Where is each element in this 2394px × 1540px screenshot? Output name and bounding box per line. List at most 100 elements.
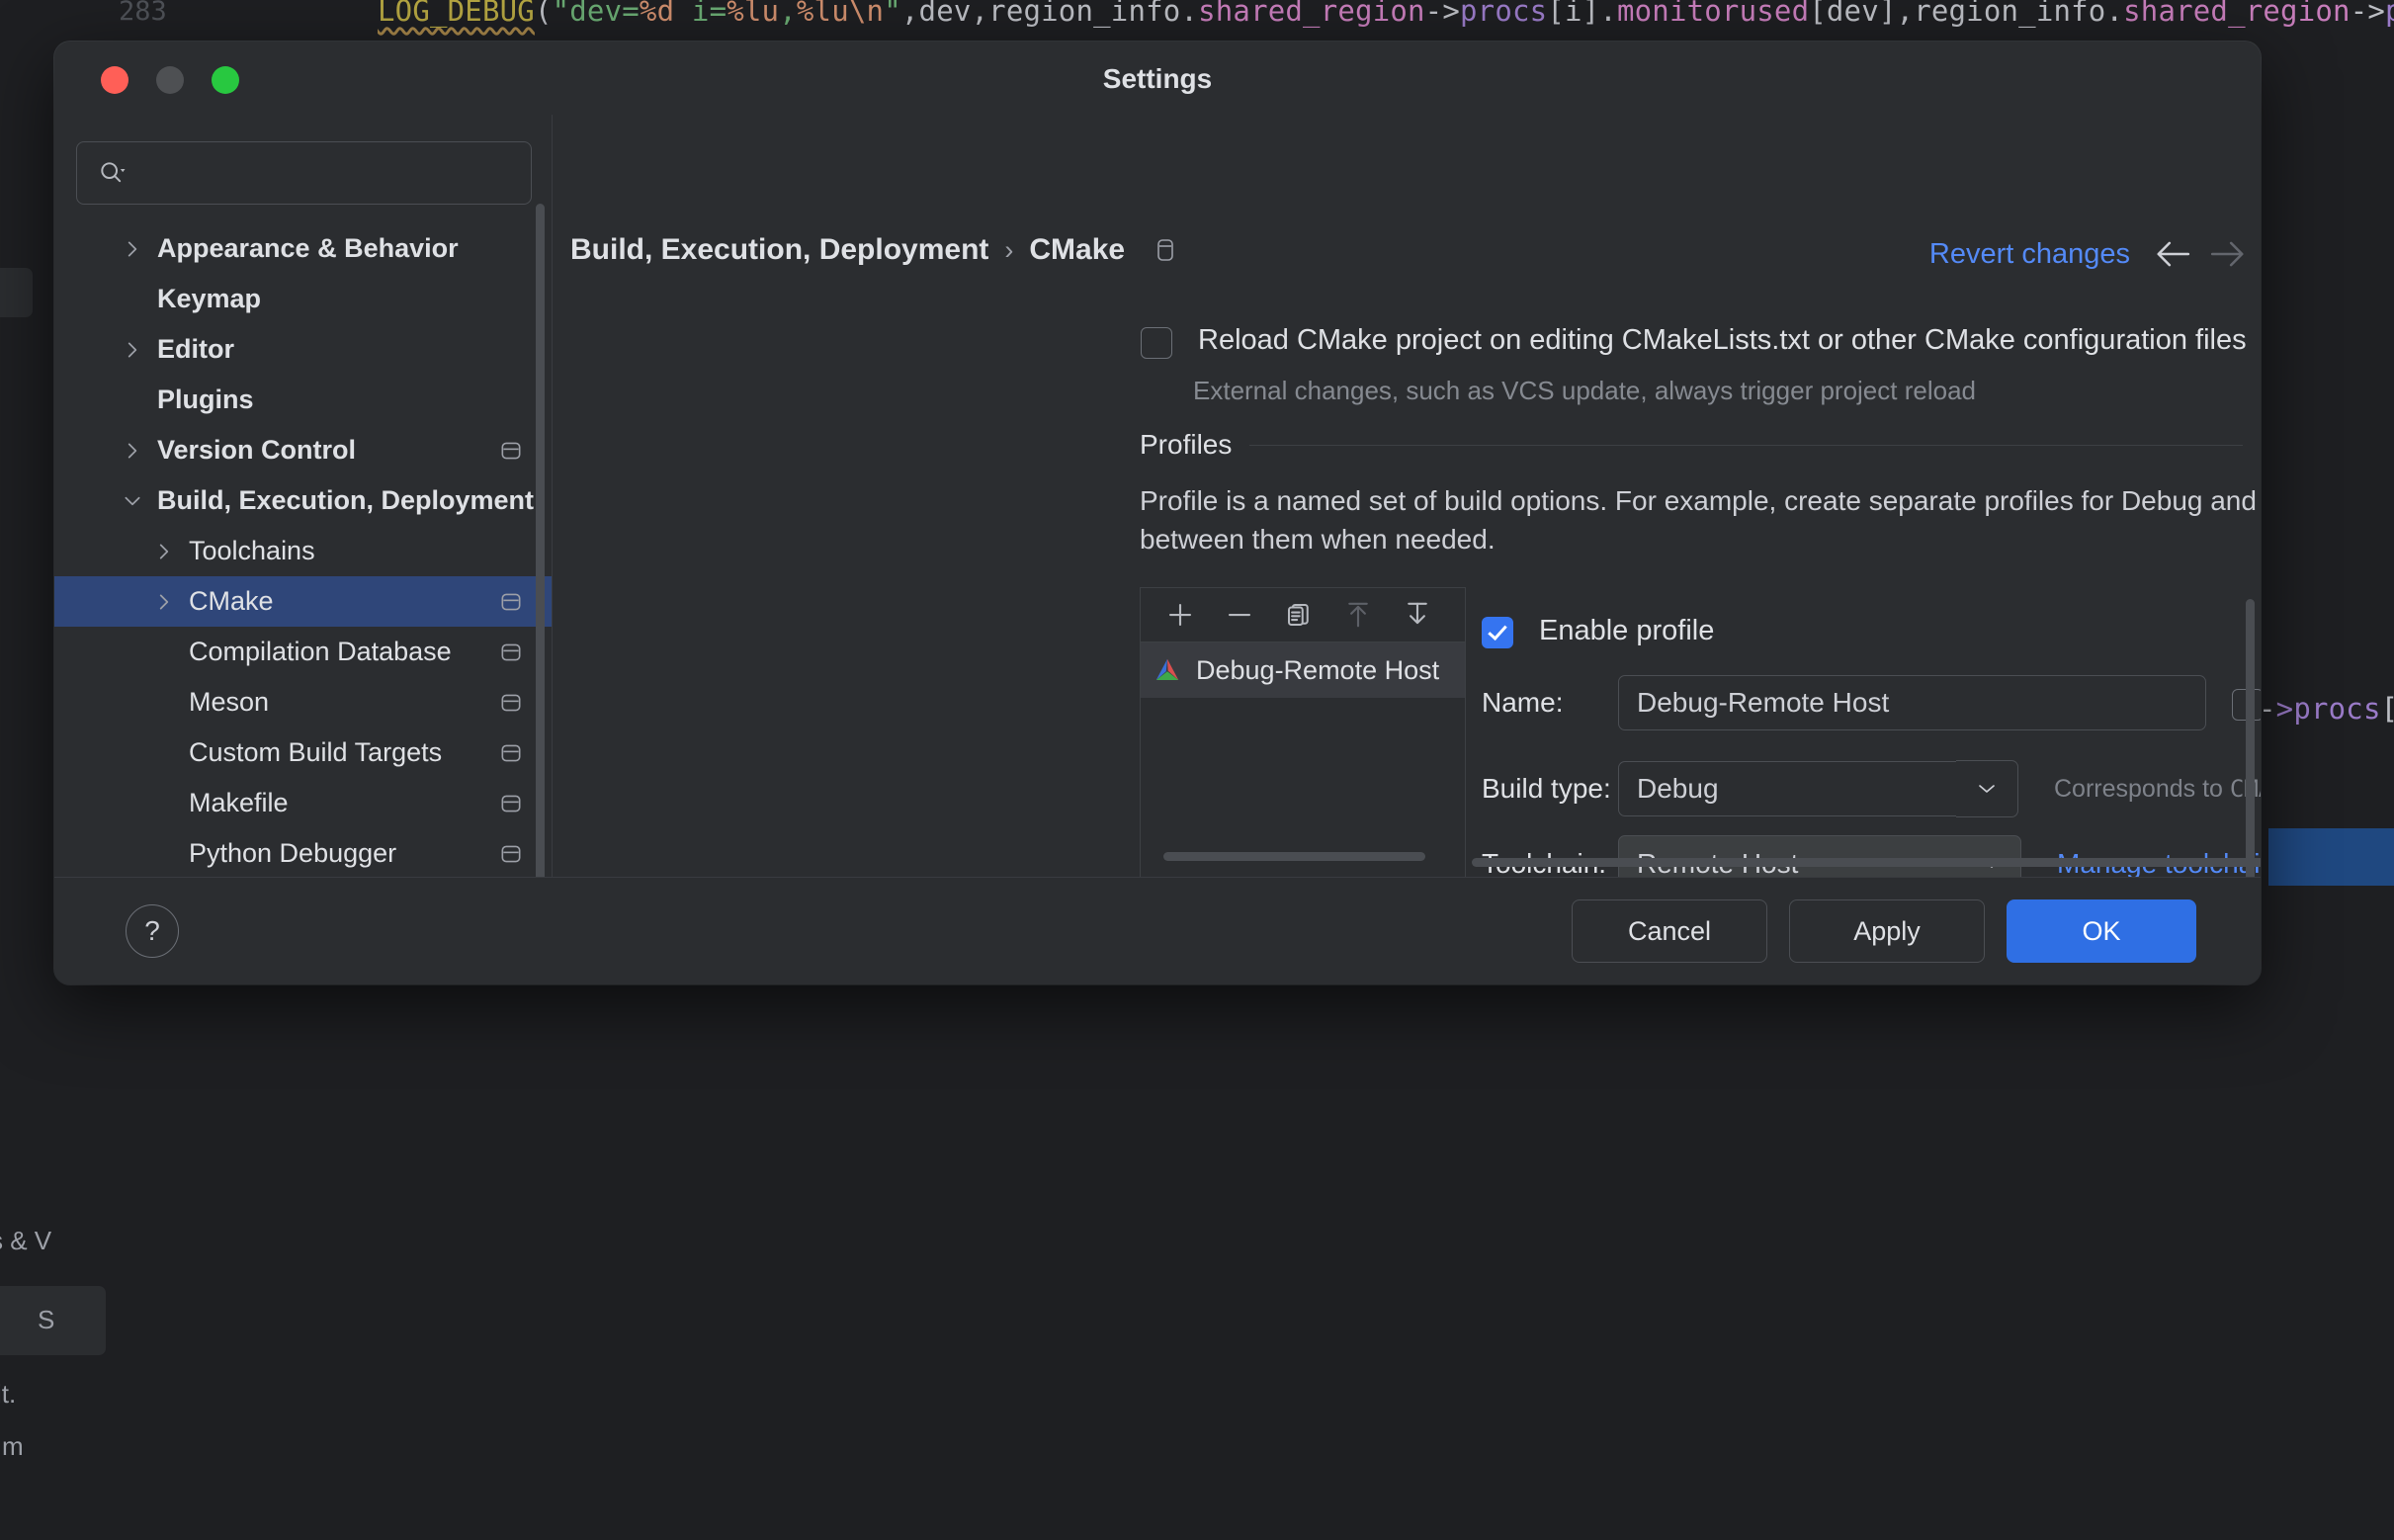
enable-profile-row[interactable]: Enable profile	[1482, 614, 1714, 648]
sidebar-item-label: Plugins	[157, 385, 254, 414]
editor-side-label-3: m	[2, 1431, 24, 1461]
sidebar-item-keymap[interactable]: Keymap	[54, 274, 552, 324]
arrow-up-icon	[1348, 602, 1368, 628]
project-scope-icon	[501, 694, 521, 711]
copy-icon	[1288, 604, 1309, 626]
project-scope-icon	[501, 795, 521, 812]
chevron-right-icon[interactable]	[122, 440, 143, 462]
move-up-button[interactable]	[1332, 592, 1384, 638]
section-divider	[1249, 444, 2243, 446]
breadcrumb-root[interactable]: Build, Execution, Deployment	[570, 233, 988, 267]
sidebar-item-appearance-behavior[interactable]: Appearance & Behavior	[54, 223, 552, 274]
profiles-list[interactable]: Debug-Remote Host	[1141, 642, 1465, 698]
sidebar-item-plugins[interactable]: Plugins	[54, 375, 552, 425]
dialog-body: Appearance & Behavior Keymap Editor Plugins…	[54, 115, 2261, 984]
sidebar-item-label: Toolchains	[189, 536, 315, 565]
sidebar-item-custom-build-targets[interactable]: Custom Build Targets	[54, 727, 552, 778]
sidebar-item-label: Appearance & Behavior	[157, 233, 459, 263]
chevron-right-icon[interactable]	[122, 238, 143, 260]
chevron-right-icon[interactable]	[153, 541, 175, 562]
sidebar-item-label: Custom Build Targets	[189, 737, 443, 767]
dialog-title: Settings	[1102, 63, 1213, 94]
sidebar-hscroll-area	[54, 833, 552, 877]
reload-cmake-hint: External changes, such as VCS update, al…	[1193, 376, 1976, 405]
reload-cmake-checkbox[interactable]	[1141, 327, 1172, 359]
chevron-down-icon[interactable]	[122, 490, 143, 512]
sidebar-item-label: Build, Execution, Deployment	[157, 485, 535, 515]
sidebar-item-label: Version Control	[157, 435, 357, 465]
profiles-horizontal-scrollbar[interactable]	[1163, 852, 1425, 861]
settings-content: Build, Execution, Deployment › CMake Rev…	[553, 115, 2261, 877]
move-down-button[interactable]	[1392, 592, 1443, 638]
profiles-panel: Debug-Remote Host	[1140, 587, 1466, 877]
chevron-right-icon[interactable]	[122, 339, 143, 361]
profile-list-item[interactable]: Debug-Remote Host	[1141, 642, 1465, 698]
help-button[interactable]: ?	[126, 904, 179, 958]
editor-side-tab[interactable]	[0, 267, 34, 318]
sidebar-item-version-control[interactable]: Version Control	[54, 425, 552, 475]
name-input[interactable]: Debug-Remote Host	[1618, 675, 2206, 730]
arrow-right-icon[interactable]	[2209, 239, 2247, 269]
search-input[interactable]	[142, 142, 521, 206]
editor-highlighted-row	[2268, 828, 2394, 886]
editor-side-label-0: s & V	[0, 1226, 52, 1255]
enable-profile-label: Enable profile	[1539, 615, 1715, 646]
sidebar-item-label: Compilation Database	[189, 637, 452, 666]
dialog-titlebar: Settings	[54, 42, 2261, 115]
sidebar-item-meson[interactable]: Meson	[54, 677, 552, 727]
reload-cmake-row[interactable]: Reload CMake project on editing CMakeLis…	[1141, 324, 2247, 359]
sidebar-item-editor[interactable]: Editor	[54, 324, 552, 375]
sidebar-item-makefile[interactable]: Makefile	[54, 778, 552, 828]
search-box[interactable]	[76, 141, 532, 206]
build-type-hint: Corresponds to CMAKE_BUILD_TYP	[2054, 775, 2261, 804]
content-vertical-scrollbar[interactable]	[2246, 599, 2255, 877]
profiles-section-label: Profiles	[1140, 429, 1233, 460]
arrow-left-icon[interactable]	[2154, 239, 2191, 269]
reload-cmake-label: Reload CMake project on editing CMakeLis…	[1198, 324, 2247, 356]
revert-changes-link[interactable]: Revert changes	[1929, 238, 2130, 271]
add-profile-button[interactable]	[1154, 592, 1206, 638]
search-icon	[101, 162, 126, 183]
profiles-toolbar	[1141, 588, 1465, 642]
sidebar-item-toolchains[interactable]: Toolchains	[54, 526, 552, 576]
editor-line-number: 283	[119, 0, 167, 27]
sidebar-item-label: CMake	[189, 586, 274, 616]
chevron-right-icon[interactable]	[153, 591, 175, 613]
plus-icon	[1168, 603, 1192, 627]
sidebar-item-compilation-database[interactable]: Compilation Database	[54, 627, 552, 677]
arrow-down-icon	[1408, 602, 1427, 625]
name-value: Debug-Remote Host	[1637, 687, 1890, 718]
project-scope-icon	[501, 593, 521, 610]
copy-profile-button[interactable]	[1273, 592, 1325, 638]
remove-profile-button[interactable]	[1214, 592, 1265, 638]
settings-tree[interactable]: Appearance & Behavior Keymap Editor Plugins…	[54, 223, 552, 877]
sidebar-item-build-execution-deployment[interactable]: Build, Execution, Deployment	[54, 475, 552, 526]
sidebar-item-label: Editor	[157, 334, 234, 364]
apply-button[interactable]: Apply	[1789, 899, 1985, 963]
breadcrumb: Build, Execution, Deployment › CMake	[570, 233, 1176, 267]
sidebar-item-cmake[interactable]: CMake	[54, 576, 552, 627]
name-label: Name:	[1482, 687, 1564, 718]
build-type-dropdown-button[interactable]	[1956, 760, 2018, 817]
build-type-label: Build type:	[1482, 773, 1611, 804]
toolchain-dropdown[interactable]: Remote Host	[1618, 835, 2021, 877]
ok-button[interactable]: OK	[2007, 899, 2196, 963]
profile-list-item-label: Debug-Remote Host	[1196, 654, 1440, 685]
enable-profile-checkbox[interactable]	[1482, 617, 1513, 648]
dialog-footer: ? Cancel Apply OK	[54, 877, 2261, 984]
chevron-down-icon	[1979, 785, 1995, 793]
name-row: Name: Debug-Remote Host Share	[1482, 675, 2261, 730]
build-type-hint-prefix: Corresponds to	[2054, 774, 2230, 803]
settings-sidebar: Appearance & Behavior Keymap Editor Plugins…	[54, 115, 553, 984]
project-scope-icon	[1157, 239, 1173, 261]
build-type-input[interactable]: Debug	[1618, 761, 1956, 816]
content-horizontal-scrollbar[interactable]	[1472, 858, 2261, 867]
toolchain-row: Toolchain: Remote Host Manage toolchains…	[1482, 835, 2261, 877]
project-scope-icon	[501, 744, 521, 761]
editor-code-fragment: ->procs[i	[2259, 692, 2394, 726]
cancel-button[interactable]: Cancel	[1572, 899, 1767, 963]
project-scope-icon	[501, 442, 521, 459]
sidebar-item-label: Keymap	[157, 284, 262, 313]
editor-side-label-2: it.	[0, 1379, 17, 1409]
editor-side-label-1: S	[38, 1305, 55, 1334]
